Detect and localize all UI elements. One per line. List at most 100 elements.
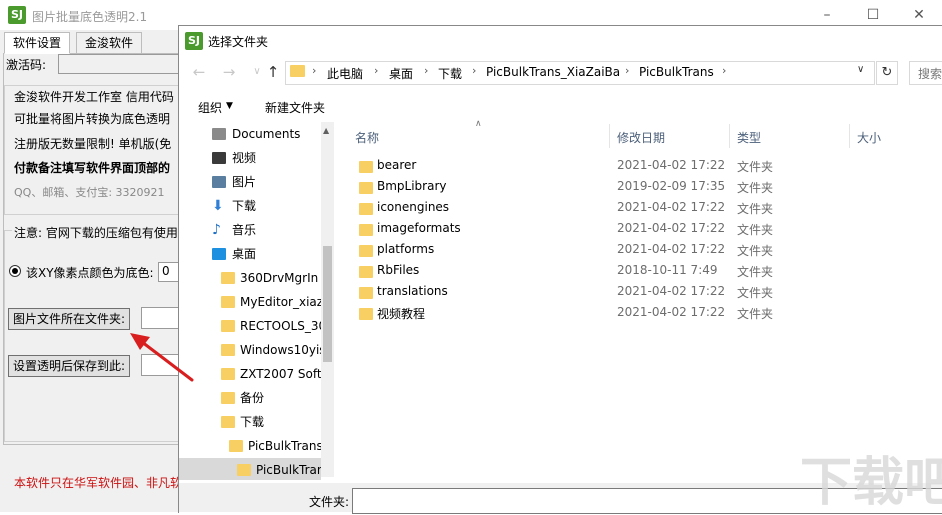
chevron-right-icon[interactable]: › <box>472 64 476 77</box>
dialog-title: 选择文件夹 <box>208 35 269 49</box>
file-row-date: 2019-02-09 17:35 <box>617 179 726 193</box>
documents-icon <box>212 128 226 140</box>
folder-icon <box>221 368 235 380</box>
file-row-type: 文件夹 <box>737 265 774 279</box>
watermark-logo: 下载吧 <box>800 453 942 513</box>
file-row-date: 2021-04-02 17:22 <box>617 221 726 235</box>
file-row-type: 文件夹 <box>737 202 774 216</box>
file-row-name[interactable]: BmpLibrary <box>377 179 447 193</box>
nav-tree-item[interactable]: 360DrvMgrIn <box>240 266 321 290</box>
contact-line: QQ、邮箱、支付宝: 3320921 <box>14 186 165 199</box>
folder-icon <box>359 161 373 173</box>
refresh-icon[interactable]: ↻ <box>876 61 898 85</box>
file-row-name[interactable]: imageformats <box>377 221 461 235</box>
forward-arrow-icon[interactable]: → <box>218 61 240 83</box>
save-to-button[interactable]: 设置透明后保存到此: <box>8 355 131 377</box>
breadcrumb-item[interactable]: 桌面 <box>389 65 413 82</box>
folder-icon <box>221 392 235 404</box>
breadcrumb-item-current[interactable]: PicBulkTrans <box>639 65 714 79</box>
file-row-name[interactable]: translations <box>377 284 448 298</box>
nav-tree-item[interactable]: 备份 <box>240 386 321 410</box>
column-date[interactable]: 修改日期 <box>617 129 665 146</box>
caret-down-icon[interactable]: ▼ <box>226 101 233 111</box>
info-line: 注册版无数量限制! 单机版(免 <box>14 137 172 151</box>
nav-tree-item[interactable]: PicBulkTran <box>256 458 321 482</box>
info-line: 可批量将图片转换为底色透明 <box>14 112 171 126</box>
tab-settings[interactable]: 软件设置 <box>4 32 71 54</box>
search-placeholder: 搜索 <box>918 67 942 81</box>
chevron-right-icon[interactable]: › <box>312 64 316 77</box>
nav-tree-item[interactable]: 桌面 <box>232 242 321 266</box>
folder-icon <box>221 296 235 308</box>
annotation-arrow-icon <box>130 333 194 382</box>
file-row-name[interactable]: bearer <box>377 158 416 172</box>
folder-icon <box>359 266 373 278</box>
tab-jinpo-software[interactable]: 金浚软件 <box>76 32 143 54</box>
music-icon: ♪ <box>212 222 221 238</box>
file-row-date: 2021-04-02 17:22 <box>617 242 726 256</box>
folder-label: 文件夹: <box>309 495 350 509</box>
folder-icon <box>221 320 235 332</box>
folder-icon <box>237 464 251 476</box>
file-row-name[interactable]: iconengines <box>377 200 449 214</box>
xy-color-label: 该XY像素点颜色为底色: <box>26 266 154 280</box>
address-dropdown-chevron-icon[interactable]: ∨ <box>857 64 864 75</box>
folder-icon <box>359 203 373 215</box>
file-row-name[interactable]: 视频教程 <box>377 305 425 322</box>
nav-tree-item[interactable]: Documents <box>232 122 321 146</box>
app-title: 图片批量底色透明2.1 <box>32 10 148 24</box>
nav-tree-item[interactable]: ZXT2007 Soft <box>240 362 321 386</box>
file-row-type: 文件夹 <box>737 181 774 195</box>
organize-menu[interactable]: 组织 <box>198 99 222 116</box>
image-folder-button[interactable]: 图片文件所在文件夹: <box>8 308 131 330</box>
folder-icon <box>359 287 373 299</box>
folder-icon <box>359 308 373 320</box>
folder-icon <box>221 344 235 356</box>
info-line: 金浚软件开发工作室 信用代码 <box>14 90 174 104</box>
file-row-name[interactable]: RbFiles <box>377 263 419 277</box>
column-divider[interactable] <box>609 124 610 148</box>
new-folder-button[interactable]: 新建文件夹 <box>265 99 325 116</box>
nav-tree-item[interactable]: RECTOOLS_30 <box>240 314 321 338</box>
nav-tree-item[interactable]: 视频 <box>232 146 321 170</box>
file-row-name[interactable]: platforms <box>377 242 434 256</box>
nav-tree-item[interactable]: MyEditor_xiaz <box>240 290 321 314</box>
dialog-logo-icon: SJ <box>185 32 203 50</box>
folder-icon <box>359 245 373 257</box>
pictures-icon <box>212 176 226 188</box>
nav-tree-item[interactable]: 下载 <box>232 194 321 218</box>
chevron-right-icon[interactable]: › <box>625 64 629 77</box>
column-name[interactable]: 名称 <box>355 129 379 146</box>
scroll-up-arrow-icon[interactable]: ▲ <box>323 126 329 135</box>
chevron-right-icon[interactable]: › <box>722 64 726 77</box>
nav-tree-item[interactable]: 图片 <box>232 170 321 194</box>
radio-selected-dot <box>12 268 18 274</box>
up-arrow-icon[interactable]: ↑ <box>262 61 284 83</box>
footer-notice: 本软件只在华军软件园、非凡软 <box>14 476 183 490</box>
file-row-date: 2021-04-02 17:22 <box>617 284 726 298</box>
nav-tree-item[interactable]: PicBulkTrans <box>248 434 321 458</box>
nav-tree-item[interactable]: 下载 <box>240 410 321 434</box>
file-row-type: 文件夹 <box>737 160 774 174</box>
chevron-right-icon[interactable]: › <box>424 64 428 77</box>
folder-icon <box>221 416 235 428</box>
nav-scrollbar-thumb[interactable] <box>323 246 332 362</box>
file-row-type: 文件夹 <box>737 307 774 321</box>
back-arrow-icon[interactable]: ← <box>188 61 210 83</box>
activation-label: 激活码: <box>6 58 47 72</box>
nav-tree-item[interactable]: Windows10yis <box>240 338 321 362</box>
chevron-right-icon[interactable]: › <box>374 64 378 77</box>
column-size[interactable]: 大小 <box>857 129 881 146</box>
breadcrumb-item[interactable]: 下载 <box>438 65 462 82</box>
breadcrumb-item[interactable]: 此电脑 <box>327 65 363 82</box>
column-divider[interactable] <box>729 124 730 148</box>
column-type[interactable]: 类型 <box>737 129 761 146</box>
file-row-date: 2021-04-02 17:22 <box>617 158 726 172</box>
nav-tree-item[interactable]: 音乐 <box>232 218 321 242</box>
breadcrumb-item[interactable]: PicBulkTrans_XiaZaiBa <box>486 65 620 79</box>
column-divider[interactable] <box>849 124 850 148</box>
app-logo-icon: SJ <box>8 6 26 24</box>
folder-icon <box>229 440 243 452</box>
folder-icon <box>290 65 305 77</box>
xy-value: 0 <box>162 264 170 278</box>
